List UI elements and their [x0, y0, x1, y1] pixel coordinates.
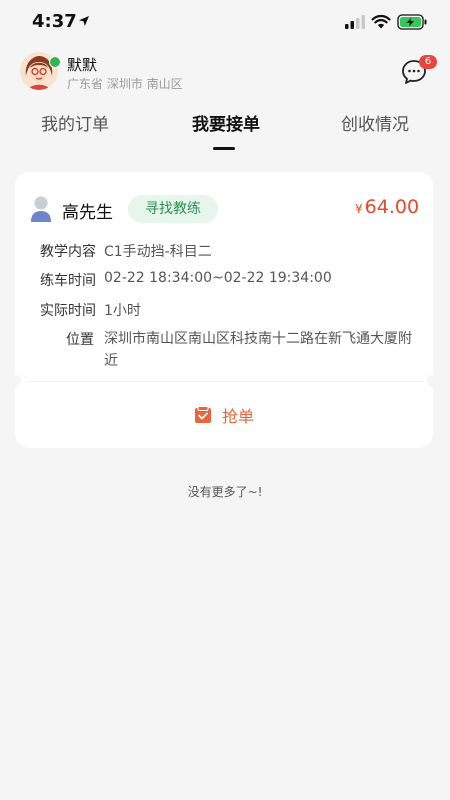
location-value: 深圳市南山区南山区科技南十二路在新飞通大厦附近: [104, 331, 412, 369]
currency-symbol: ¥: [355, 202, 363, 216]
verified-badge-icon: [49, 56, 61, 68]
teaching-content-value: C1手动挡-科目二: [104, 244, 212, 260]
cellular-signal-icon: [345, 15, 365, 29]
grab-order-label: 抢单: [221, 407, 254, 426]
order-price: ¥64.00: [355, 196, 419, 218]
teaching-content-label: 教学内容: [40, 244, 96, 260]
location-label: 位置: [66, 332, 94, 348]
customer-avatar-icon: [31, 196, 51, 222]
wifi-icon: [371, 14, 391, 29]
status-bar: 4:37: [0, 0, 450, 44]
location-arrow-icon: [79, 16, 89, 26]
active-tab-indicator: [213, 147, 235, 150]
tab-income[interactable]: 创收情况: [341, 110, 409, 135]
price-value: 64.00: [364, 196, 420, 218]
message-count-badge: 6: [419, 55, 437, 69]
practice-time-label: 练车时间: [40, 273, 96, 289]
no-more-text: 没有更多了~!: [187, 485, 263, 499]
grab-order-button[interactable]: 抢单: [15, 386, 433, 444]
practice-time-value: 02-22 18:34:00~02-22 19:34:00: [104, 270, 332, 286]
status-time: 4:37: [32, 11, 77, 32]
user-name: 默默: [67, 56, 98, 74]
tab-my-orders[interactable]: 我的订单: [41, 110, 109, 135]
grab-order-icon: [194, 406, 211, 423]
card-divider: [27, 381, 423, 382]
actual-time-value: 1小时: [104, 303, 141, 319]
tab-take-orders[interactable]: 我要接单: [192, 110, 260, 135]
customer-name: 高先生: [62, 203, 113, 223]
battery-charging-icon: [397, 14, 427, 30]
order-type-tag: 寻找教练: [128, 195, 218, 223]
order-tabs: 我的订单 我要接单 创收情况: [0, 110, 450, 155]
actual-time-label: 实际时间: [40, 303, 96, 319]
user-location: 广东省 深圳市 南山区: [67, 77, 183, 91]
